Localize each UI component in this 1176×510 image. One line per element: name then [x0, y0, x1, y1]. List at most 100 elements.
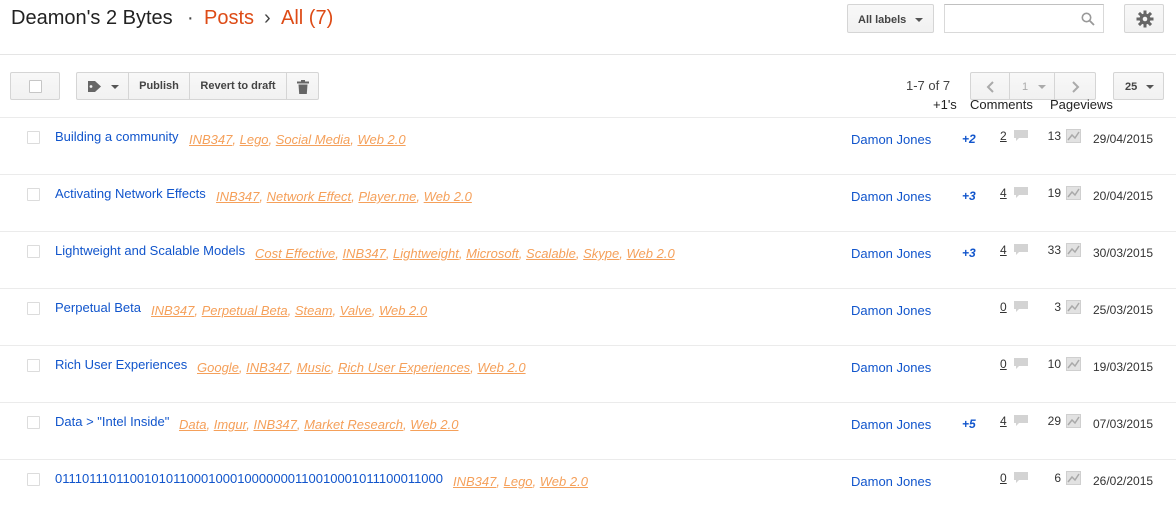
label-separator: , — [518, 246, 527, 261]
label-link[interactable]: Network Effect — [267, 189, 352, 204]
search-icon[interactable] — [1081, 12, 1095, 26]
column-header-plus-ones: +1's — [933, 97, 957, 112]
post-checkbox[interactable] — [27, 473, 40, 486]
checkbox[interactable] — [29, 80, 42, 93]
post-comment-count[interactable]: 0 — [1000, 471, 1007, 485]
label-link[interactable]: Web 2.0 — [410, 417, 458, 432]
label-link[interactable]: Lego — [240, 132, 269, 147]
post-date: 19/03/2015 — [1093, 360, 1154, 374]
label-link[interactable]: Steam — [295, 303, 333, 318]
post-comment-count[interactable]: 4 — [1000, 186, 1007, 200]
next-page-button[interactable] — [1054, 72, 1096, 100]
per-page-dropdown[interactable]: 25 — [1113, 72, 1164, 100]
post-row[interactable]: 0111011101100101011000100010000000110010… — [0, 459, 1176, 510]
breadcrumb-all[interactable]: All (7) — [281, 7, 333, 30]
post-comment-count[interactable]: 0 — [1000, 357, 1007, 371]
chart-icon[interactable] — [1066, 300, 1081, 314]
post-author[interactable]: Damon Jones — [851, 189, 931, 204]
post-author[interactable]: Damon Jones — [851, 303, 931, 318]
previous-page-button[interactable] — [970, 72, 1010, 100]
post-comment-count[interactable]: 4 — [1000, 243, 1007, 257]
post-checkbox[interactable] — [27, 302, 40, 315]
settings-button[interactable] — [1124, 4, 1164, 33]
label-link[interactable]: Cost Effective — [255, 246, 335, 261]
labels-filter-dropdown[interactable]: All labels — [847, 4, 934, 33]
label-separator: , — [385, 246, 394, 261]
post-title[interactable]: Activating Network Effects — [55, 186, 206, 201]
page-number-dropdown[interactable]: 1 — [1009, 72, 1055, 100]
label-link[interactable]: Microsoft — [466, 246, 519, 261]
label-link[interactable]: INB347 — [151, 303, 194, 318]
post-checkbox[interactable] — [27, 245, 40, 258]
label-link[interactable]: Google — [197, 360, 239, 375]
label-link[interactable]: INB347 — [216, 189, 259, 204]
label-link[interactable]: Market Research — [304, 417, 403, 432]
label-link[interactable]: INB347 — [246, 360, 289, 375]
label-link[interactable]: Imgur — [214, 417, 247, 432]
label-link[interactable]: Web 2.0 — [477, 360, 525, 375]
post-comment-count[interactable]: 2 — [1000, 129, 1007, 143]
label-link[interactable]: Valve — [340, 303, 372, 318]
label-link[interactable]: INB347 — [342, 246, 385, 261]
post-row[interactable]: Perpetual Beta INB347, Perpetual Beta, St… — [0, 288, 1176, 345]
post-checkbox[interactable] — [27, 359, 40, 372]
chart-icon[interactable] — [1066, 186, 1081, 200]
caret-down-icon — [1038, 85, 1046, 89]
post-comment-count[interactable]: 4 — [1000, 414, 1007, 428]
post-row[interactable]: Activating Network Effects INB347, Networ… — [0, 174, 1176, 231]
chart-icon[interactable] — [1066, 129, 1081, 143]
post-title[interactable]: 0111011101100101011000100010000000110010… — [55, 471, 443, 486]
label-link[interactable]: Music — [297, 360, 331, 375]
post-title[interactable]: Perpetual Beta — [55, 300, 141, 315]
label-link[interactable]: Web 2.0 — [540, 474, 588, 489]
label-link[interactable]: Rich User Experiences — [338, 360, 470, 375]
label-link[interactable]: Social Media — [276, 132, 350, 147]
post-row[interactable]: Data > "Intel Inside" Data, Imgur, INB347… — [0, 402, 1176, 459]
post-author[interactable]: Damon Jones — [851, 360, 931, 375]
post-checkbox[interactable] — [27, 131, 40, 144]
chart-icon[interactable] — [1066, 243, 1081, 257]
label-link[interactable]: Perpetual Beta — [202, 303, 288, 318]
page-number: 1 — [1022, 81, 1029, 93]
chart-icon[interactable] — [1066, 471, 1081, 485]
post-checkbox[interactable] — [27, 188, 40, 201]
label-link[interactable]: Lego — [504, 474, 533, 489]
label-link[interactable]: Scalable — [526, 246, 576, 261]
select-all-checkbox[interactable] — [10, 72, 60, 100]
label-link[interactable]: Web 2.0 — [627, 246, 675, 261]
publish-button[interactable]: Publish — [128, 72, 190, 100]
post-plus-ones: +2 — [962, 132, 976, 146]
post-title[interactable]: Data > "Intel Inside" — [55, 414, 169, 429]
label-link[interactable]: Data — [179, 417, 206, 432]
post-row[interactable]: Lightweight and Scalable Models Cost Effe… — [0, 231, 1176, 288]
post-title[interactable]: Lightweight and Scalable Models — [55, 243, 245, 258]
label-link[interactable]: Web 2.0 — [357, 132, 405, 147]
post-author[interactable]: Damon Jones — [851, 246, 931, 261]
search-input[interactable] — [944, 4, 1104, 33]
label-link[interactable]: Web 2.0 — [379, 303, 427, 318]
post-author[interactable]: Damon Jones — [851, 417, 931, 432]
label-link[interactable]: INB347 — [253, 417, 296, 432]
blog-title[interactable]: Deamon's 2 Bytes — [11, 7, 173, 30]
label-link[interactable]: INB347 — [453, 474, 496, 489]
post-author[interactable]: Damon Jones — [851, 132, 931, 147]
label-button[interactable] — [76, 72, 129, 100]
chart-icon[interactable] — [1066, 357, 1081, 371]
post-row[interactable]: Building a community INB347, Lego, Social… — [0, 117, 1176, 174]
label-link[interactable]: Web 2.0 — [424, 189, 472, 204]
post-title[interactable]: Building a community — [55, 129, 179, 144]
post-author[interactable]: Damon Jones — [851, 474, 931, 489]
breadcrumb-posts[interactable]: Posts — [204, 7, 254, 30]
chart-icon[interactable] — [1066, 414, 1081, 428]
label-link[interactable]: Skype — [583, 246, 619, 261]
post-title[interactable]: Rich User Experiences — [55, 357, 187, 372]
post-comment-count[interactable]: 0 — [1000, 300, 1007, 314]
delete-button[interactable] — [286, 72, 319, 100]
post-checkbox[interactable] — [27, 416, 40, 429]
label-link[interactable]: INB347 — [189, 132, 232, 147]
post-row[interactable]: Rich User Experiences Google, INB347, Mus… — [0, 345, 1176, 402]
label-link[interactable]: Player.me — [358, 189, 416, 204]
revert-to-draft-button[interactable]: Revert to draft — [189, 72, 287, 100]
post-pageviews: 13 — [1047, 129, 1061, 143]
label-link[interactable]: Lightweight — [393, 246, 459, 261]
